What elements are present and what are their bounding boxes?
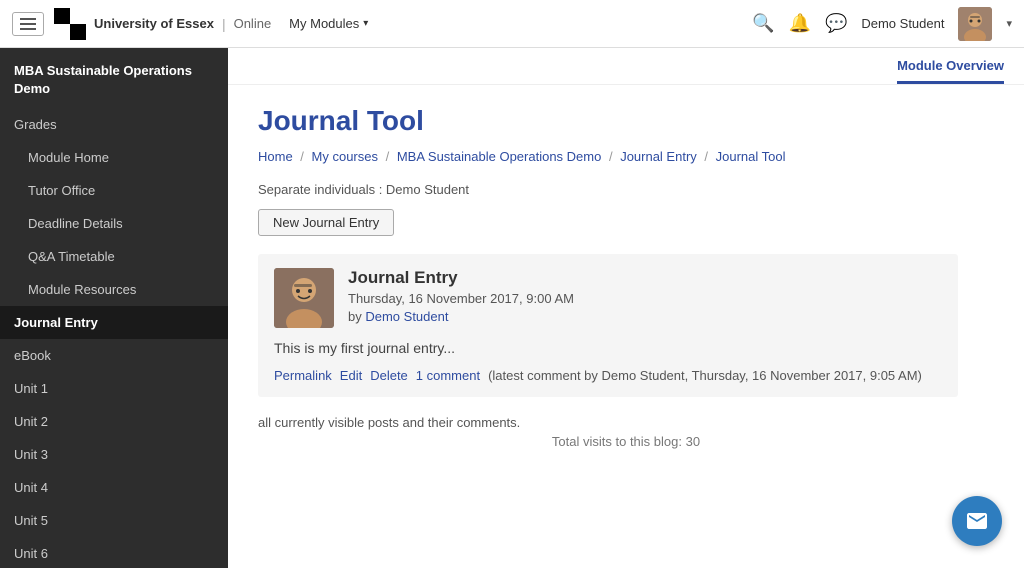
journal-entry-title: Journal Entry [348,268,574,288]
module-overview-tab[interactable]: Module Overview [897,58,1004,84]
sidebar-item-unit-4[interactable]: Unit 4 [0,471,228,504]
journal-meta: Journal Entry Thursday, 16 November 2017… [348,268,574,328]
separate-label: Separate individuals : Demo Student [258,182,994,197]
bell-icon[interactable]: 🔔 [789,13,811,34]
comment-info: (latest comment by Demo Student, Thursda… [488,368,922,383]
comment-count-link[interactable]: 1 comment [416,368,480,383]
sidebar-item-unit-2[interactable]: Unit 2 [0,405,228,438]
sidebar-item-q&a-timetable[interactable]: Q&A Timetable [0,240,228,273]
sidebar-item-ebook[interactable]: eBook [0,339,228,372]
sidebar-course-title: MBA Sustainable Operations Demo [0,48,228,108]
sidebar-item-journal-entry[interactable]: Journal Entry [0,306,228,339]
breadcrumb-item-3[interactable]: Journal Entry [620,149,697,164]
sidebar-item-unit-3[interactable]: Unit 3 [0,438,228,471]
fab-message-button[interactable] [952,496,1002,546]
edit-link[interactable]: Edit [340,368,362,383]
sidebar-item-grades[interactable]: Grades [0,108,228,141]
posts-note: all currently visible posts and their co… [258,415,994,430]
new-journal-entry-button[interactable]: New Journal Entry [258,209,394,236]
search-icon[interactable]: 🔍 [752,13,774,34]
breadcrumb-separator: / [382,149,393,164]
delete-link[interactable]: Delete [370,368,408,383]
breadcrumb-item-0[interactable]: Home [258,149,293,164]
sidebar-item-deadline-details[interactable]: Deadline Details [0,207,228,240]
breadcrumb-separator: / [701,149,712,164]
logo-divider: | [222,16,226,32]
sidebar-item-unit-1[interactable]: Unit 1 [0,372,228,405]
journal-by-prefix: by [348,309,362,324]
journal-card-header: Journal Entry Thursday, 16 November 2017… [274,268,942,328]
main-layout: MBA Sustainable Operations Demo GradesMo… [0,48,1024,568]
page-body: Journal Tool Home / My courses / MBA Sus… [228,85,1024,469]
sidebar-item-unit-6[interactable]: Unit 6 [0,537,228,568]
breadcrumb-separator: / [605,149,616,164]
logo-area: University of Essex | Online [54,8,271,40]
module-overview-bar: Module Overview [228,48,1024,85]
my-modules-label: My Modules [289,16,359,31]
journal-entry-body: This is my first journal entry... [274,340,942,356]
sidebar-item-tutor-office[interactable]: Tutor Office [0,174,228,207]
logo-checker-icon [54,8,86,40]
top-navigation: University of Essex | Online My Modules … [0,0,1024,48]
journal-author-line: by Demo Student [348,309,574,324]
breadcrumb-item-1[interactable]: My courses [312,149,378,164]
page-title: Journal Tool [258,105,994,137]
hamburger-menu[interactable] [12,12,44,36]
total-visits: Total visits to this blog: 30 [258,434,994,449]
logo-university-text: University of Essex [94,16,214,31]
breadcrumb-separator: / [297,149,308,164]
topnav-right: 🔍 🔔 💬 Demo Student ▾ [752,7,1012,41]
journal-author-link[interactable]: Demo Student [365,309,448,324]
breadcrumb-item-4[interactable]: Journal Tool [716,149,786,164]
breadcrumb-item-2[interactable]: MBA Sustainable Operations Demo [397,149,602,164]
journal-author-avatar [274,268,334,328]
sidebar-item-unit-5[interactable]: Unit 5 [0,504,228,537]
journal-entry-card: Journal Entry Thursday, 16 November 2017… [258,254,958,397]
sidebar-item-module-home[interactable]: Module Home [0,141,228,174]
logo-online-text: Online [234,16,272,31]
journal-actions: Permalink Edit Delete 1 comment (latest … [274,368,942,383]
sidebar-item-module-resources[interactable]: Module Resources [0,273,228,306]
chevron-down-icon: ▾ [363,18,368,29]
breadcrumb: Home / My courses / MBA Sustainable Oper… [258,149,994,164]
permalink-link[interactable]: Permalink [274,368,332,383]
my-modules-dropdown[interactable]: My Modules ▾ [289,16,368,31]
journal-entry-date: Thursday, 16 November 2017, 9:00 AM [348,291,574,306]
chat-icon[interactable]: 💬 [825,13,847,34]
sidebar: MBA Sustainable Operations Demo GradesMo… [0,48,228,568]
username-label: Demo Student [861,16,944,31]
avatar[interactable] [958,7,992,41]
profile-dropdown-arrow[interactable]: ▾ [1006,17,1012,30]
main-content: Module Overview Journal Tool Home / My c… [228,48,1024,568]
